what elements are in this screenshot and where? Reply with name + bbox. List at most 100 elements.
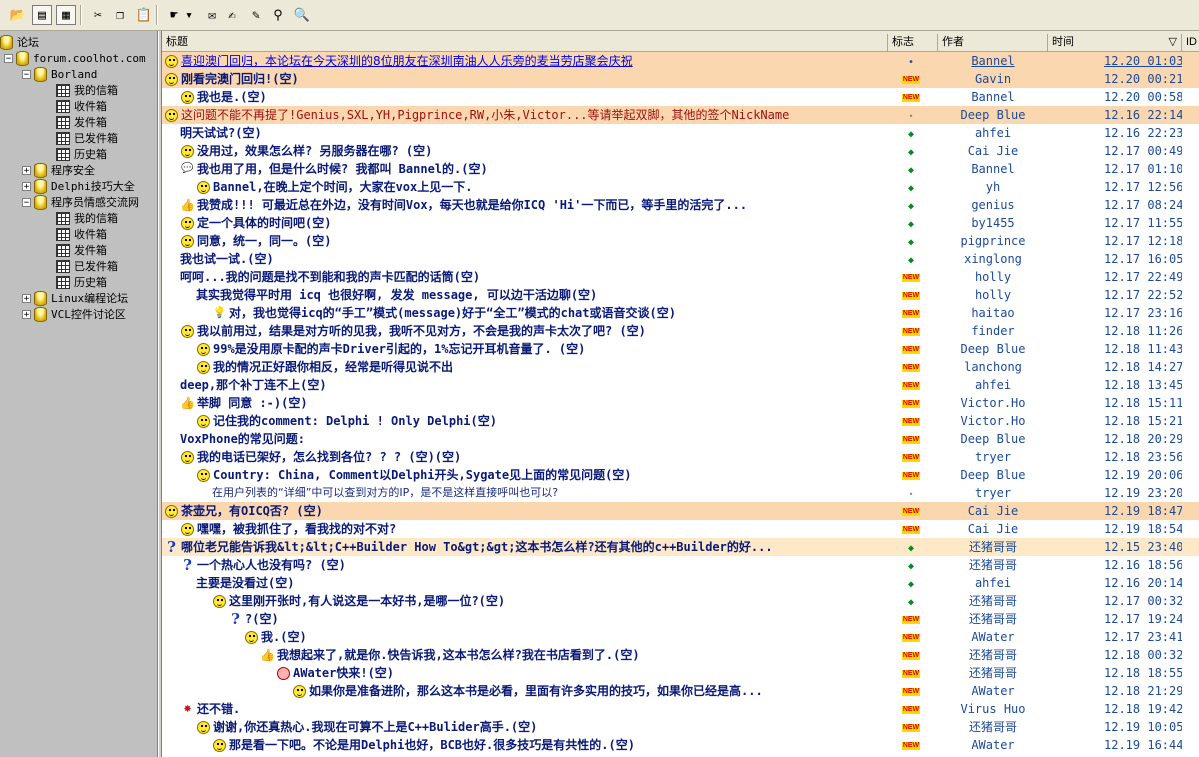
post-row[interactable]: 👍 我赞成!!! 可最近总在外边，没有时间Vox，每天也就是给你ICQ 'Hi'一…: [162, 196, 1199, 214]
tree-node[interactable]: − forum.coolhot.com: [4, 50, 146, 66]
tree-node[interactable]: 我的信箱: [56, 82, 118, 98]
magnifier-icon[interactable]: 🔍: [292, 5, 312, 25]
compose-icon[interactable]: ✍: [222, 5, 242, 25]
tree-node[interactable]: 发件箱: [56, 114, 107, 130]
dropdown-arrow-icon[interactable]: ▾: [184, 5, 194, 25]
expand-toggle-icon[interactable]: +: [22, 309, 31, 319]
post-title: 我以前用过，结果是对方听的见我，我听不见对方，不会是我的声卡太次了吧? (空): [197, 324, 646, 338]
post-row[interactable]: 没用过，效果怎么样? 另服务器在哪? (空) ◆ Cai Jie 12.17 00:4…: [162, 142, 1199, 160]
post-row[interactable]: VoxPhone的常见问题: NEW Deep Blue 12.18 20:29: [162, 430, 1199, 448]
post-row[interactable]: 茶壶兄，有OICQ否? (空) NEW Cai Jie 12.19 18:47: [162, 502, 1199, 520]
post-row[interactable]: ? ?(空) NEW 还猪哥哥 12.17 19:24: [162, 610, 1199, 628]
collapse-toggle-icon[interactable]: −: [22, 197, 31, 207]
tree-node-label: Borland: [51, 67, 98, 81]
tree-node[interactable]: 历史箱: [56, 274, 107, 290]
post-row[interactable]: 定一个具体的时间吧(空) ◆ by1455 12.17 11:55: [162, 214, 1199, 232]
edit-icon[interactable]: ✎: [246, 5, 266, 25]
post-row[interactable]: 同意，统一，同一。(空) ◆ pigprince 12.17 12:18: [162, 232, 1199, 250]
expand-toggle-icon[interactable]: +: [22, 293, 31, 303]
expand-toggle-icon[interactable]: +: [22, 181, 31, 191]
tree-node[interactable]: + 程序安全: [22, 162, 95, 178]
read-marker-icon: ◆: [907, 561, 915, 572]
tree-node[interactable]: 发件箱: [56, 242, 107, 258]
post-row[interactable]: 这问题不能不再提了!Genius,SXL,YH,Pigprince,RW,小朱,…: [162, 106, 1199, 124]
read-marker-icon: ◆: [907, 147, 915, 158]
cut-icon[interactable]: ✂: [88, 5, 108, 25]
tree-node[interactable]: 收件箱: [56, 226, 107, 242]
post-row[interactable]: 👍 我想起来了,就是你.快告诉我,这本书怎么样?我在书店看到了.(空) NEW 还猪哥…: [162, 646, 1199, 664]
post-title-cell: 嘿嘿，被我抓住了，看我找的对不对?: [162, 520, 900, 538]
tree-view-icon[interactable]: ▤: [32, 5, 52, 25]
post-row[interactable]: 那是看一下吧。不论是用Delphi也好，BCB也好.很多技巧是有共性的.(空) N…: [162, 736, 1199, 754]
post-row[interactable]: 如果你是准备进阶，那么这本书是必看，里面有许多实用的技巧，如果你已经是高... N…: [162, 682, 1199, 700]
post-row[interactable]: AWater快来!(空) NEW 还猪哥哥 12.18 18:55: [162, 664, 1199, 682]
post-author: by1455: [971, 216, 1015, 230]
column-author[interactable]: 作者: [938, 34, 1048, 51]
post-row[interactable]: 我.(空) NEW AWater 12.17 23:41: [162, 628, 1199, 646]
post-row[interactable]: 我也试一试.(空) ◆ xinglong 12.17 16:05: [162, 250, 1199, 268]
send-receive-icon[interactable]: ✉: [202, 5, 222, 25]
post-row[interactable]: 谢谢,你还真热心.我现在可算不上是C++Bulider高手.(空) NEW 还猪哥哥…: [162, 718, 1199, 736]
tree-node[interactable]: + Delphi技巧大全: [22, 178, 135, 194]
post-row[interactable]: ? 一个热心人也没有吗? (空) ◆ 还猪哥哥 12.16 18:56: [162, 556, 1199, 574]
tree-node[interactable]: − Borland: [22, 66, 97, 82]
post-row[interactable]: 我的情况正好跟你相反，经常是听得见说不出 NEW lanchong 12.18 14:…: [162, 358, 1199, 376]
post-row[interactable]: 记住我的comment: Delphi ! Only Delphi(空) NEW V…: [162, 412, 1199, 430]
post-row[interactable]: 其实我觉得平时用 icq 也很好啊, 发发 message, 可以边干活边聊(空…: [162, 286, 1199, 304]
post-row[interactable]: Country: China, Comment以Delphi开头,Sygate见…: [162, 466, 1199, 484]
tree-node[interactable]: 收件箱: [56, 98, 107, 114]
column-time[interactable]: 时间 ▽: [1048, 34, 1182, 51]
open-folder-icon[interactable]: 📂: [8, 5, 28, 25]
post-row[interactable]: ? 哪位老兄能告诉我&lt;&lt;C++Builder How To&gt;&g…: [162, 538, 1199, 556]
post-row[interactable]: 主要是没看过(空) ◆ ahfei 12.16 20:14: [162, 574, 1199, 592]
post-row[interactable]: 在用户列表的“详细”中可以查到对方的IP，是不是这样直接呼叫也可以? • tryer…: [162, 484, 1199, 502]
post-row[interactable]: 刚看完澳门回归!(空) NEW Gavin 12.20 00:21: [162, 70, 1199, 88]
column-title[interactable]: 标题: [162, 34, 888, 51]
post-row[interactable]: 我以前用过，结果是对方听的见我，我听不见对方，不会是我的声卡太次了吧? (空) N…: [162, 322, 1199, 340]
post-row[interactable]: 明天试试?(空) ◆ ahfei 12.16 22:23: [162, 124, 1199, 142]
post-title-cell: ? 一个热心人也没有吗? (空): [162, 556, 900, 574]
expand-toggle-icon[interactable]: +: [22, 165, 31, 175]
post-title: 一个热心人也没有吗? (空): [197, 558, 346, 572]
post-row[interactable]: 👍 举脚 同意 :-)(空) NEW Victor.Ho 12.18 15:11: [162, 394, 1199, 412]
collapse-toggle-icon[interactable]: −: [22, 69, 31, 79]
tree-node[interactable]: 论坛: [0, 34, 39, 50]
read-marker-icon: ◆: [907, 183, 915, 194]
post-row[interactable]: 💡 对，我也觉得icq的“手工”模式(message)好于“全工”模式的chat或…: [162, 304, 1199, 322]
copy-icon[interactable]: ❐: [110, 5, 130, 25]
tree-node[interactable]: − 程序员情感交流网: [22, 194, 139, 210]
paste-icon[interactable]: 📋: [134, 5, 154, 25]
post-time: 12.18 00:32: [1104, 648, 1182, 662]
post-row[interactable]: 我的电话已架好，怎么找到各位? ? ? (空)(空) NEW tryer 12.18 …: [162, 448, 1199, 466]
forum-tree[interactable]: 论坛 − forum.coolhot.com − Borland 我的信箱 收件箱 发件箱 已发…: [0, 31, 158, 757]
post-title-cell: 刚看完澳门回归!(空): [162, 70, 884, 88]
post-row[interactable]: 99%是没用原卡配的声卡Driver引起的，1%忘记开耳机音量了. (空) NEW…: [162, 340, 1199, 358]
post-row[interactable]: 喜迎澳门回归，本论坛在今天深圳的8位朋友在深圳南油人人乐旁的麦当劳店聚会庆祝 • B…: [162, 52, 1199, 70]
mailbox-icon: [56, 211, 70, 225]
binoculars-icon[interactable]: ⚲: [268, 5, 288, 25]
tree-node[interactable]: 已发件箱: [56, 258, 118, 274]
post-row[interactable]: 这里刚开张时,有人说这是一本好书,是哪一位?(空) ◆ 还猪哥哥 12.17 00:3…: [162, 592, 1199, 610]
post-row[interactable]: 我也是.(空) NEW Bannel 12.20 00:58: [162, 88, 1199, 106]
tree-node[interactable]: + VCL控件讨论区: [22, 306, 126, 322]
tree-node[interactable]: 已发件箱: [56, 130, 118, 146]
tree-node[interactable]: 我的信箱: [56, 210, 118, 226]
tree-node[interactable]: 历史箱: [56, 146, 107, 162]
post-row[interactable]: deep,那个补丁连不上(空) NEW ahfei 12.18 13:45: [162, 376, 1199, 394]
post-title-cell: ? ?(空): [162, 610, 948, 628]
post-row[interactable]: 嘿嘿，被我抓住了，看我找的对不对? NEW Cai Jie 12.19 18:54: [162, 520, 1199, 538]
post-title[interactable]: 喜迎澳门回归，本论坛在今天深圳的8位朋友在深圳南油人人乐旁的麦当劳店聚会庆祝: [181, 52, 633, 70]
post-row[interactable]: 💬 我也用了用，但是什么时候? 我都叫 Bannel的.(空) ◆ Bannel 12.…: [162, 160, 1199, 178]
post-row[interactable]: ✸ 还不错. NEW Virus Huo 12.18 19:42: [162, 700, 1199, 718]
hand-pointer-icon[interactable]: ☛: [164, 5, 184, 25]
post-title: 这里刚开张时,有人说这是一本好书,是哪一位?(空): [229, 594, 506, 608]
post-row[interactable]: 呵呵...我的问题是找不到能和我的声卡匹配的话筒(空) NEW holly 12.17…: [162, 268, 1199, 286]
column-flag[interactable]: 标志: [888, 34, 938, 51]
tree-node[interactable]: + Linux编程论坛: [22, 290, 128, 306]
post-row[interactable]: Bannel,在晚上定个时间，大家在vox上见一下. ◆ yh 12.17 12:56: [162, 178, 1199, 196]
smiley-icon: [196, 342, 211, 357]
collapse-toggle-icon[interactable]: −: [4, 53, 13, 63]
list-view-icon[interactable]: ▦: [56, 5, 76, 25]
column-id[interactable]: ID: [1182, 34, 1199, 51]
tree-node-label: Delphi技巧大全: [51, 180, 135, 193]
